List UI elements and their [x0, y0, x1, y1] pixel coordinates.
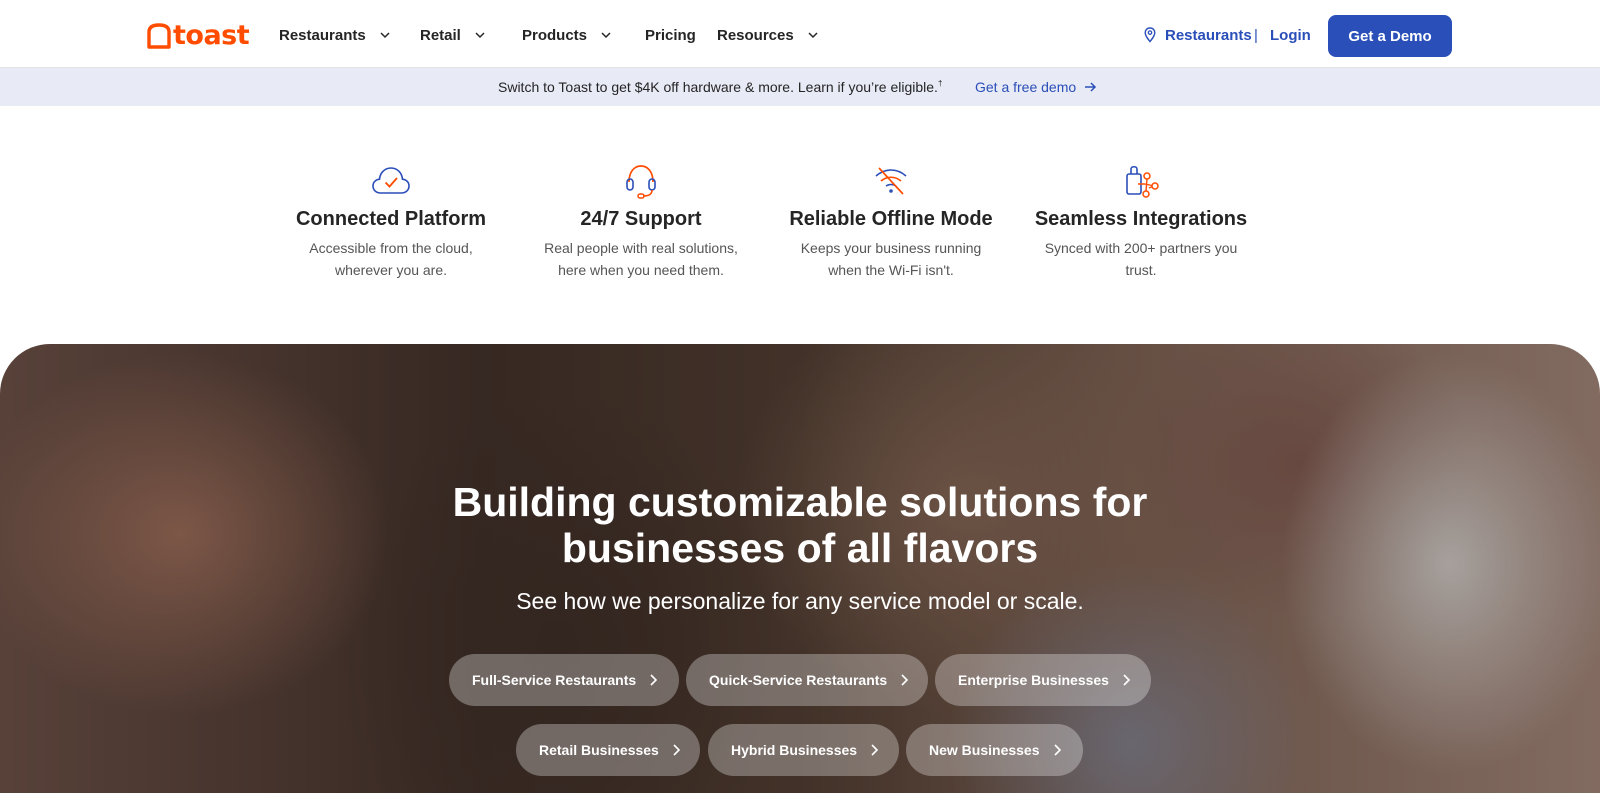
promo-banner: Switch to Toast to get $4K off hardware …	[0, 68, 1600, 106]
pill-label: Retail Businesses	[539, 742, 659, 758]
pill-label: Full-Service Restaurants	[472, 672, 637, 688]
feature-title: Connected Platform	[295, 208, 487, 230]
full-service-restaurants-button[interactable]: Full-Service Restaurants	[449, 654, 679, 706]
headset-icon	[626, 165, 656, 199]
hero-subtitle: See how we personalize for any service m…	[516, 588, 1084, 614]
feature-desc-line: Accessible from the cloud,	[309, 240, 473, 256]
chevron-right-icon	[901, 674, 909, 686]
feature-title: Seamless Integrations	[1034, 208, 1248, 230]
new-businesses-button[interactable]: New Businesses	[906, 724, 1083, 776]
feature-desc-line: when the Wi-Fi isn't.	[828, 262, 954, 278]
toast-logo[interactable]: toast	[146, 20, 250, 52]
login-link[interactable]: Login	[1270, 24, 1311, 46]
banner-message: Switch to Toast to get $4K off hardware …	[498, 79, 938, 95]
hero-title-line: Building customizable solutions for	[452, 479, 1148, 525]
feature-connected-platform: Connected Platform Accessible from the c…	[261, 162, 521, 281]
feature-description: Keeps your business running when the Wi-…	[761, 237, 1021, 281]
feature-description: Accessible from the cloud, wherever you …	[261, 237, 521, 281]
nav-resources-label: Resources	[717, 26, 794, 44]
free-demo-link[interactable]: Get a free demo	[975, 79, 1097, 95]
pill-label: Quick-Service Restaurants	[709, 672, 888, 688]
hero-title-line: businesses of all flavors	[561, 525, 1039, 571]
nav-pricing-label: Pricing	[645, 26, 696, 44]
nav-retail[interactable]: Retail	[420, 24, 487, 46]
feature-support: 24/7 Support Real people with real solut…	[511, 162, 771, 281]
feature-title: Reliable Offline Mode	[789, 208, 993, 230]
arrow-right-icon	[1085, 82, 1097, 92]
nav-restaurants[interactable]: Restaurants	[279, 24, 392, 46]
location-label: Restaurants	[1165, 26, 1252, 44]
feature-desc-line: wherever you are.	[334, 262, 448, 278]
nav-pricing[interactable]: Pricing	[645, 24, 696, 46]
banner-text: Switch to Toast to get $4K off hardware …	[498, 79, 942, 95]
quick-service-restaurants-button[interactable]: Quick-Service Restaurants	[686, 654, 928, 706]
integrations-icon	[1126, 165, 1159, 198]
enterprise-businesses-button[interactable]: Enterprise Businesses	[935, 654, 1151, 706]
banner-footnote-mark: †	[937, 79, 943, 88]
chevron-right-icon	[1053, 744, 1061, 756]
location-selector[interactable]: Restaurants	[1144, 24, 1252, 46]
chevron-down-icon	[808, 32, 818, 39]
feature-desc-line: trust.	[1125, 262, 1157, 278]
hero-section: Building customizable solutions for busi…	[0, 344, 1600, 793]
retail-businesses-button[interactable]: Retail Businesses	[516, 724, 700, 776]
feature-description: Real people with real solutions, here wh…	[511, 237, 771, 281]
feature-desc-line: Real people with real solutions,	[544, 240, 738, 256]
feature-title: 24/7 Support	[580, 208, 702, 230]
pill-label: Hybrid Businesses	[731, 742, 858, 758]
location-pin-icon	[1144, 27, 1156, 43]
free-demo-link-label: Get a free demo	[975, 79, 1077, 95]
chevron-right-icon	[1123, 674, 1131, 686]
hero-title: Building customizable solutions for busi…	[300, 479, 1300, 571]
nav-restaurants-label: Restaurants	[279, 26, 366, 44]
feature-desc-line: Keeps your business running	[800, 240, 982, 256]
toast-logo-icon	[147, 23, 171, 49]
feature-description: Synced with 200+ partners you trust.	[1011, 237, 1271, 281]
get-a-demo-button[interactable]: Get a Demo	[1328, 15, 1452, 57]
feature-integrations: Seamless Integrations Synced with 200+ p…	[1011, 162, 1271, 281]
feature-offline-mode: Reliable Offline Mode Keeps your busines…	[761, 162, 1021, 281]
nav-products[interactable]: Products	[522, 24, 613, 46]
chevron-down-icon	[475, 32, 485, 39]
logo-text: toast	[173, 20, 250, 51]
chevron-down-icon	[601, 32, 611, 39]
feature-desc-line: here when you need them.	[558, 262, 724, 278]
feature-desc-line: Synced with 200+ partners you	[1044, 240, 1238, 256]
pill-label: Enterprise Businesses	[958, 672, 1109, 688]
hybrid-businesses-button[interactable]: Hybrid Businesses	[708, 724, 899, 776]
wifi-off-icon	[875, 167, 907, 195]
nav-retail-label: Retail	[420, 26, 461, 44]
nav-products-label: Products	[522, 26, 588, 44]
chevron-right-icon	[673, 744, 680, 756]
chevron-right-icon	[871, 744, 879, 756]
pill-label: New Businesses	[929, 742, 1040, 758]
chevron-down-icon	[380, 32, 390, 39]
chevron-right-icon	[650, 674, 658, 686]
nav-separator: |	[1254, 26, 1258, 44]
nav-resources[interactable]: Resources	[717, 24, 820, 46]
cloud-check-icon	[372, 167, 410, 194]
top-nav: toast Restaurants Retail Products Pricin…	[0, 0, 1600, 68]
